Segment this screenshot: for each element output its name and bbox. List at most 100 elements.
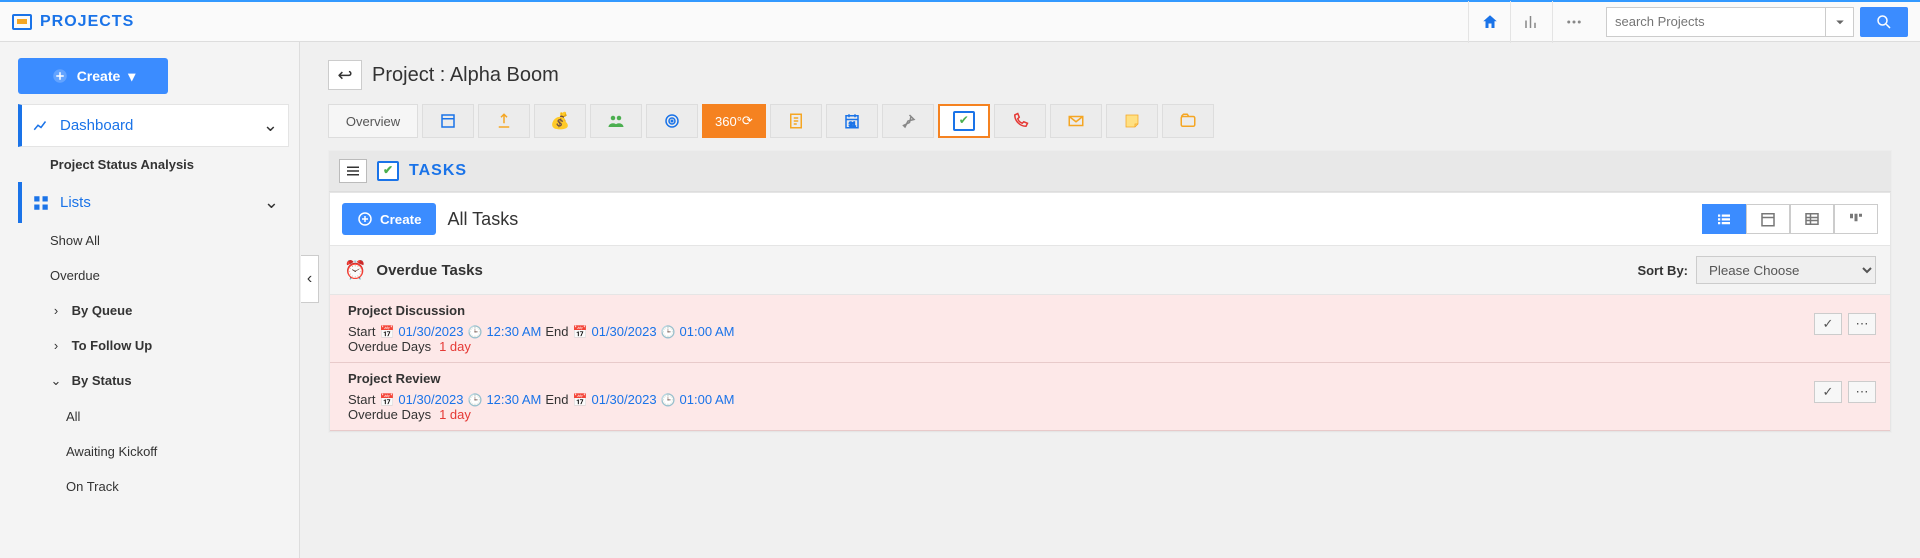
- tab-target-icon[interactable]: [646, 104, 698, 138]
- calendar-small-icon: 📅: [573, 393, 588, 407]
- task-row[interactable]: Project Discussion Start 📅 01/30/2023 🕒 …: [330, 295, 1890, 363]
- end-date: 01/30/2023: [591, 392, 656, 407]
- chevron-down-icon: ⌄: [263, 115, 278, 136]
- tab-attach-icon[interactable]: [1162, 104, 1214, 138]
- end-label: End: [545, 392, 568, 407]
- by-queue-label: By Queue: [72, 303, 133, 318]
- calendar-small-icon: 📅: [573, 325, 588, 339]
- view-calendar-icon[interactable]: [1746, 204, 1790, 234]
- create-task-label: Create: [380, 212, 422, 227]
- nav-status-awaiting[interactable]: Awaiting Kickoff: [18, 434, 289, 469]
- tab-upload-icon[interactable]: [478, 104, 530, 138]
- nav-by-queue[interactable]: › By Queue: [18, 293, 289, 328]
- chevron-down-icon: ⌄: [50, 373, 62, 389]
- tasks-panel: TASKS Create All Tasks ⏰ Overdue Tasks: [328, 150, 1892, 433]
- back-button[interactable]: ↩: [328, 60, 362, 90]
- tab-overview[interactable]: Overview: [328, 104, 418, 138]
- nav-list-showall[interactable]: Show All: [18, 223, 289, 258]
- start-time: 12:30 AM: [486, 392, 541, 407]
- start-date: 01/30/2023: [398, 324, 463, 339]
- overdue-label: Overdue Days: [348, 339, 431, 354]
- nav-dashboard[interactable]: Dashboard ⌄: [18, 104, 289, 147]
- nav-dashboard-item[interactable]: Project Status Analysis: [18, 147, 289, 182]
- caret-down-icon: ▾: [128, 68, 135, 85]
- lists-label: Lists: [60, 194, 91, 211]
- nav-follow-up[interactable]: › To Follow Up: [18, 328, 289, 363]
- tab-strip: Overview 💰 360° ⟳ 31: [328, 104, 1892, 138]
- start-date: 01/30/2023: [398, 392, 463, 407]
- panel-menu-icon[interactable]: [339, 159, 367, 183]
- tab-list-icon[interactable]: [422, 104, 474, 138]
- tab-tasks-icon[interactable]: [938, 104, 990, 138]
- chevron-down-icon: ⌄: [264, 192, 279, 213]
- overdue-value: 1 day: [439, 407, 471, 422]
- clock-small-icon: 🕒: [468, 393, 483, 407]
- task-more-icon[interactable]: ⋯: [1848, 313, 1876, 335]
- task-list: Project Discussion Start 📅 01/30/2023 🕒 …: [329, 295, 1891, 432]
- tab-people-icon[interactable]: [590, 104, 642, 138]
- tab-360-label: 360°: [715, 114, 742, 129]
- task-row[interactable]: Project Review Start 📅 01/30/2023 🕒 12:3…: [330, 363, 1890, 431]
- create-button[interactable]: Create ▾: [18, 58, 168, 94]
- tab-calendar-icon[interactable]: 31: [826, 104, 878, 138]
- tab-money-icon[interactable]: 💰: [534, 104, 586, 138]
- search-dropdown[interactable]: [1826, 7, 1854, 37]
- end-time: 01:00 AM: [680, 392, 735, 407]
- tab-mail-icon[interactable]: [1050, 104, 1102, 138]
- sidebar: Create ▾ Dashboard ⌄ Project Status Anal…: [0, 42, 300, 558]
- chevron-right-icon: ›: [50, 338, 62, 353]
- search-input[interactable]: [1606, 7, 1826, 37]
- tab-pin-icon[interactable]: [882, 104, 934, 138]
- grid-icon: [32, 194, 50, 212]
- svg-text:31: 31: [849, 122, 856, 128]
- start-label: Start: [348, 324, 375, 339]
- dashboard-label: Dashboard: [60, 117, 133, 134]
- tab-sticky-icon[interactable]: [1106, 104, 1158, 138]
- nav-list-overdue[interactable]: Overdue: [18, 258, 289, 293]
- brand-label: PROJECTS: [40, 13, 134, 31]
- reports-icon[interactable]: [1510, 1, 1552, 43]
- clock-small-icon: 🕒: [661, 393, 676, 407]
- view-list-icon[interactable]: [1702, 204, 1746, 234]
- end-date: 01/30/2023: [591, 324, 656, 339]
- nav-lists[interactable]: Lists ⌄: [18, 182, 289, 223]
- create-task-button[interactable]: Create: [342, 203, 436, 235]
- create-label: Create: [77, 68, 121, 84]
- complete-task-icon[interactable]: ✓: [1814, 381, 1842, 403]
- projects-logo-icon: [12, 14, 32, 30]
- search-wrap: [1606, 7, 1908, 37]
- sort-select[interactable]: Please Choose: [1696, 256, 1876, 284]
- nav-by-status[interactable]: ⌄ By Status: [18, 363, 289, 399]
- chevron-right-icon: ›: [50, 303, 62, 318]
- clock-small-icon: 🕒: [661, 325, 676, 339]
- calendar-small-icon: 📅: [379, 393, 394, 407]
- task-name: Project Review: [348, 371, 1872, 386]
- topbar: PROJECTS: [0, 0, 1920, 42]
- complete-task-icon[interactable]: ✓: [1814, 313, 1842, 335]
- end-time: 01:00 AM: [680, 324, 735, 339]
- view-kanban-icon[interactable]: [1834, 204, 1878, 234]
- task-more-icon[interactable]: ⋯: [1848, 381, 1876, 403]
- nav-status-all[interactable]: All: [18, 399, 289, 434]
- overdue-label: Overdue Days: [348, 407, 431, 422]
- tab-360[interactable]: 360° ⟳: [702, 104, 766, 138]
- calendar-small-icon: 📅: [379, 325, 394, 339]
- more-icon[interactable]: [1552, 1, 1594, 43]
- brand[interactable]: PROJECTS: [12, 13, 134, 31]
- by-status-label: By Status: [72, 373, 132, 388]
- end-label: End: [545, 324, 568, 339]
- view-table-icon[interactable]: [1790, 204, 1834, 234]
- tab-phone-icon[interactable]: [994, 104, 1046, 138]
- panel-title: TASKS: [409, 162, 467, 180]
- start-time: 12:30 AM: [486, 324, 541, 339]
- nav-status-ontrack[interactable]: On Track: [18, 469, 289, 504]
- project-title-prefix: Project :: [372, 64, 445, 86]
- project-title: Project : Alpha Boom: [372, 64, 559, 87]
- tasks-header-icon: [377, 161, 399, 181]
- search-button[interactable]: [1860, 7, 1908, 37]
- main: ↩ Project : Alpha Boom Overview 💰 360° ⟳…: [300, 42, 1920, 558]
- alarm-icon: ⏰: [344, 260, 366, 281]
- home-icon[interactable]: [1468, 1, 1510, 43]
- tab-notes-icon[interactable]: [770, 104, 822, 138]
- task-check-icon: [953, 111, 975, 131]
